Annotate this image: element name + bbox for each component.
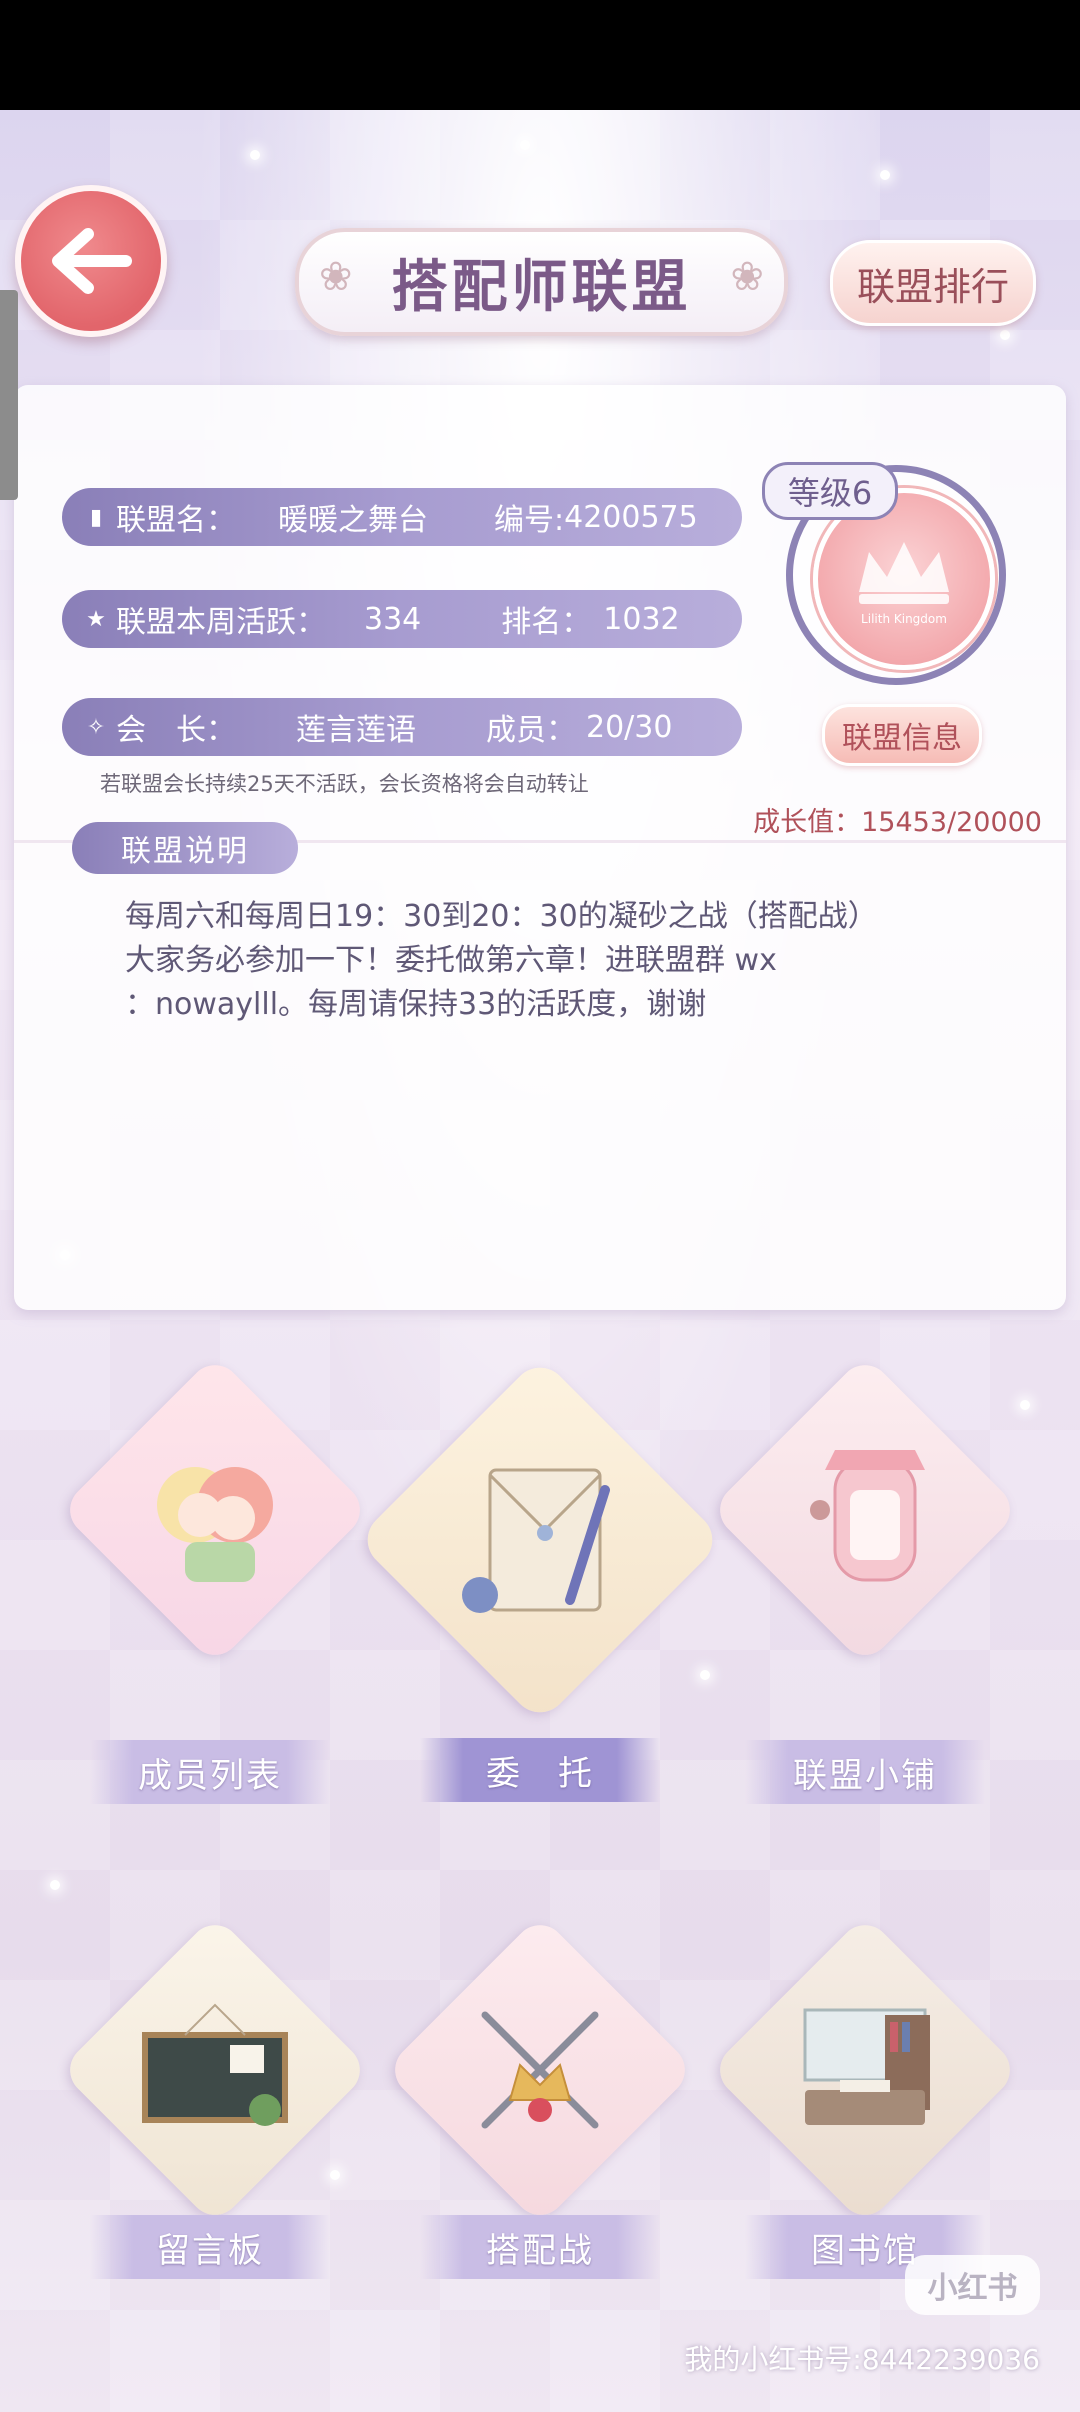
weekly-activity-row: ★ 联盟本周活跃： 334 排名： 1032 <box>62 590 742 648</box>
leader-row: ✧ 会 长： 莲言莲语 成员： 20/30 <box>62 698 742 756</box>
sparkle <box>880 170 890 180</box>
rank-value: 1032 <box>603 601 680 637</box>
alliance-name-row: ▮ 联盟名： 暖暖之舞台 编号: 4200575 <box>62 488 742 546</box>
rank-label: 排名： <box>501 605 592 640</box>
game-screen: ❀ 搭配师联盟 ❀ 联盟排行 ▮ 联盟名： 暖暖之舞台 编号: 4200575 … <box>0 110 1080 2412</box>
growth-value: 成长值：15453/20000 <box>753 807 1042 838</box>
alliance-name-label: 联盟名： <box>116 503 236 538</box>
arrow-left-icon <box>52 228 132 294</box>
leader-transfer-notice: 若联盟会长持续25天不活跃，会长资格将会自动转让 <box>100 772 589 796</box>
sparkle <box>250 150 260 160</box>
leader-name: 莲言莲语 <box>296 713 416 748</box>
description-line: ：nowaylll。每周请保持33的活跃度，谢谢 <box>125 987 707 1022</box>
sparkle-icon: ✧ <box>86 714 106 740</box>
alliance-id: 4200575 <box>564 499 698 535</box>
alliance-name: 暖暖之舞台 <box>278 503 428 538</box>
crown-emblem-icon <box>859 542 949 604</box>
feature-label: 留言板 <box>90 2215 330 2279</box>
description-tag: 联盟说明 <box>72 822 298 874</box>
sparkle <box>1000 330 1010 340</box>
alliance-id-label: 编号: <box>494 503 565 538</box>
alliance-level-badge: 等级6 <box>762 462 898 520</box>
leader-label: 会 长： <box>116 713 236 748</box>
page-title: 搭配师联盟 <box>391 254 692 320</box>
alliance-info-button[interactable]: 联盟信息 <box>822 704 982 766</box>
star-icon: ★ <box>86 606 106 632</box>
rose-ornament-icon: ❀ <box>319 254 353 300</box>
sparkle <box>1020 1400 1030 1410</box>
alliance-ranking-button[interactable]: 联盟排行 <box>830 240 1036 326</box>
side-handle[interactable] <box>0 290 18 500</box>
book-icon: ▮ <box>89 504 103 530</box>
sparkle <box>330 2170 340 2180</box>
back-button[interactable] <box>15 185 167 337</box>
xiaohongshu-logo: 小红书 <box>905 2255 1040 2315</box>
feature-label: 成员列表 <box>90 1740 330 1804</box>
emblem-text: Lilith Kingdom <box>861 612 947 626</box>
members-label: 成员： <box>486 713 576 748</box>
weekly-activity-value: 334 <box>364 601 422 637</box>
feature-label: 联盟小铺 <box>745 1740 985 1804</box>
sparkle <box>700 1670 710 1680</box>
feature-label: 搭配战 <box>420 2215 660 2279</box>
description-line: 每周六和每周日19：30到20：30的凝砂之战（搭配战） <box>125 899 878 934</box>
alliance-description: 每周六和每周日19：30到20：30的凝砂之战（搭配战） 大家务必参加一下！委托… <box>125 895 1005 1027</box>
status-bar <box>0 0 1080 110</box>
rose-ornament-icon: ❀ <box>730 254 764 300</box>
watermark-text: 我的小红书号:8442239036 <box>684 2343 1040 2376</box>
page-title-plate: ❀ 搭配师联盟 ❀ <box>295 228 788 336</box>
feature-label: 委 托 <box>420 1738 660 1802</box>
description-line: 大家务必参加一下！委托做第六章！进联盟群 wx <box>125 943 777 978</box>
members-count: 20/30 <box>586 709 673 745</box>
sparkle <box>50 1880 60 1890</box>
sparkle <box>520 140 530 150</box>
weekly-activity-label: 联盟本周活跃： <box>116 605 326 640</box>
